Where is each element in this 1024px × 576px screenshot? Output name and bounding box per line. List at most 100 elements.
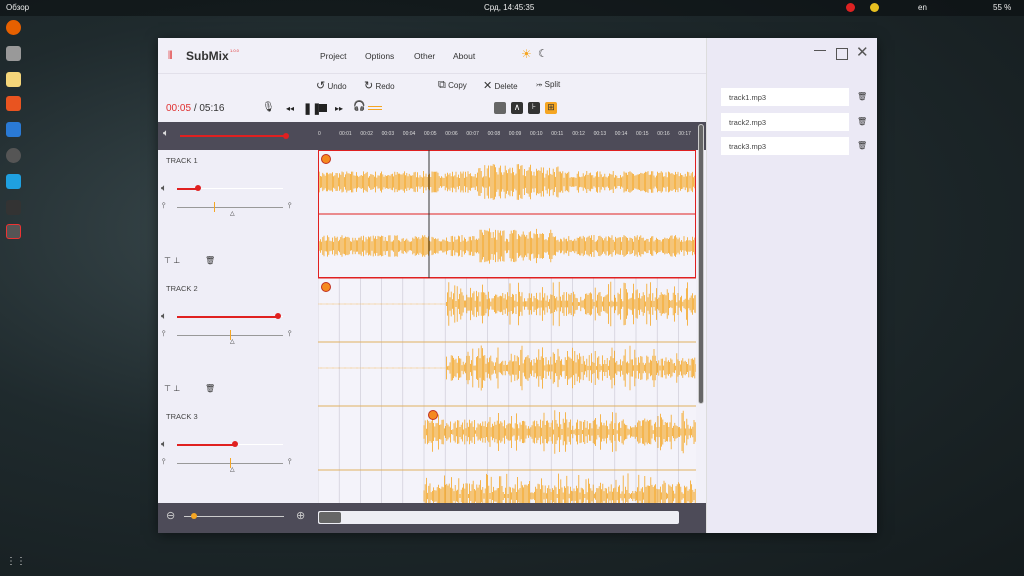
stop-button[interactable] — [319, 104, 327, 112]
track-volume-icon[interactable]: 🔈︎ — [161, 311, 167, 322]
pan-right-icon: ⫯ — [288, 457, 292, 466]
submix-window: ⫴ SubMix 1.0.0 Project Options Other Abo… — [158, 38, 877, 533]
time-tick: 00:11 — [551, 131, 564, 137]
software-icon[interactable] — [6, 96, 21, 111]
track-volume-icon[interactable]: 🔈︎ — [161, 183, 167, 194]
files-icon[interactable] — [6, 46, 21, 61]
delete-icon: ✕ — [483, 80, 493, 92]
time-tick: 00:05 — [424, 131, 437, 137]
firefox-icon[interactable] — [6, 20, 21, 35]
mode-envelope-button[interactable]: ∧ — [511, 102, 523, 114]
pan-right-icon: ⫯ — [288, 201, 292, 210]
mode-cursor-button[interactable]: ⊦ — [528, 102, 540, 114]
track-volume-icon[interactable]: 🔈︎ — [161, 439, 167, 450]
delete-track-button[interactable]: 🗑︎ — [205, 256, 215, 265]
minimize-button[interactable] — [814, 50, 826, 51]
master-volume-slider[interactable] — [180, 133, 289, 139]
align-track-buttons[interactable]: ⊤ ⊥ — [164, 256, 180, 265]
menu-project[interactable]: Project — [320, 51, 346, 61]
copy-label: Copy — [448, 81, 467, 90]
redo-button[interactable]: ↻ Redo — [364, 79, 395, 92]
notes-icon[interactable] — [6, 72, 21, 87]
menu-options[interactable]: Options — [365, 51, 394, 61]
time-tick: 00:09 — [508, 131, 522, 137]
time-tick: 00:06 — [445, 131, 458, 137]
time-tick: 00:17 — [678, 131, 691, 137]
delete-file-icon[interactable]: 🗑︎ — [857, 117, 867, 126]
clip-handle — [321, 282, 331, 292]
rewind-button[interactable]: ◂◂ — [286, 104, 294, 113]
redo-icon: ↻ — [364, 80, 374, 92]
time-tick: 00:01 — [339, 131, 352, 137]
zoom-slider[interactable] — [184, 513, 284, 519]
logo-icon: ⫴ — [168, 50, 173, 62]
split-button[interactable]: ⤖ Split — [536, 80, 560, 90]
file-item[interactable]: track1.mp3 — [721, 88, 849, 106]
waveform-canvas[interactable] — [318, 150, 696, 503]
activities-button[interactable]: Обзор — [6, 3, 29, 12]
updater-icon[interactable] — [6, 148, 21, 163]
menu-other[interactable]: Other — [414, 51, 435, 61]
app-name: SubMix — [186, 49, 229, 63]
undo-icon: ↺ — [316, 80, 326, 92]
zoom-out-icon[interactable]: ⊖ — [166, 509, 175, 522]
menu-about[interactable]: About — [453, 51, 475, 61]
battery-indicator[interactable]: 55 % — [993, 3, 1011, 12]
undo-button[interactable]: ↺ Undo — [316, 79, 347, 92]
maximize-button[interactable] — [836, 48, 848, 60]
redo-label: Redo — [375, 82, 395, 91]
time-tick: 00:12 — [572, 131, 585, 137]
delete-track-button[interactable]: 🗑︎ — [205, 384, 215, 393]
lines-icon[interactable] — [368, 106, 382, 110]
language-indicator[interactable]: en — [918, 3, 927, 12]
master-volume-icon[interactable]: 🔈︎ — [163, 128, 169, 139]
forward-button[interactable]: ▸▸ — [335, 104, 343, 113]
system-top-bar: Обзор Срд, 14:45:35 en 55 % — [0, 0, 1024, 16]
lanes-background — [318, 150, 696, 503]
time-tick: 00:10 — [530, 131, 543, 137]
delete-file-icon[interactable]: 🗑︎ — [857, 141, 867, 150]
updates-icon[interactable] — [870, 3, 879, 12]
record-mic-icon[interactable]: 🎙 — [262, 102, 275, 113]
file-panel: ✕ track1.mp3 🗑︎ track2.mp3 🗑︎ track3.mp3 🗑︎ — [706, 38, 877, 533]
notification-icon[interactable] — [846, 3, 855, 12]
horizontal-scrollbar[interactable] — [318, 511, 679, 524]
track-pan-slider[interactable]: △ — [177, 202, 283, 217]
skype-icon[interactable] — [6, 174, 21, 189]
track-volume-slider[interactable] — [177, 441, 283, 447]
close-button[interactable]: ✕ — [856, 43, 869, 61]
mode-tracks-button[interactable] — [494, 102, 506, 114]
delete-file-icon[interactable]: 🗑︎ — [857, 92, 867, 101]
total-time: / 05:16 — [193, 103, 225, 114]
time-tick: 00:03 — [381, 131, 395, 137]
mode-grid-button[interactable]: ⊞ — [545, 102, 557, 114]
track-volume-slider[interactable] — [177, 185, 283, 191]
split-label: Split — [544, 80, 561, 89]
time-tick: 00:16 — [657, 131, 670, 137]
clock[interactable]: Срд, 14:45:35 — [484, 3, 534, 12]
track-pan-slider[interactable]: △ — [177, 458, 283, 473]
align-track-buttons[interactable]: ⊤ ⊥ — [164, 384, 180, 393]
track-volume-slider[interactable] — [177, 313, 283, 319]
copy-button[interactable]: ⧉ Copy — [438, 79, 467, 92]
time-tick: 00:13 — [593, 131, 607, 137]
file-item[interactable]: track3.mp3 — [721, 137, 849, 155]
track-pan-slider[interactable]: △ — [177, 330, 283, 345]
writer-icon[interactable] — [6, 122, 21, 137]
submix-dock-icon[interactable] — [6, 224, 21, 239]
time-display: 00:05 / 05:16 — [166, 103, 224, 114]
scroll-thumb[interactable] — [319, 512, 341, 523]
time-tick: 0 — [318, 131, 321, 137]
time-tick: 00:15 — [636, 131, 649, 137]
editor-area: ⫴ SubMix 1.0.0 Project Options Other Abo… — [158, 38, 706, 533]
headphones-icon[interactable]: 🎧 — [353, 101, 365, 112]
dark-theme-icon[interactable]: ☾ — [538, 47, 548, 60]
vertical-scrollbar[interactable] — [698, 124, 704, 404]
zoom-in-icon[interactable]: ⊕ — [296, 509, 305, 522]
delete-button[interactable]: ✕ Delete — [483, 79, 518, 92]
time-tick: 00:04 — [402, 131, 416, 137]
file-item[interactable]: track2.mp3 — [721, 112, 849, 131]
apps-grid-icon[interactable]: ⋮⋮ — [6, 556, 26, 571]
light-theme-icon[interactable]: ☀ — [521, 47, 532, 61]
terminal-icon[interactable] — [6, 200, 21, 215]
